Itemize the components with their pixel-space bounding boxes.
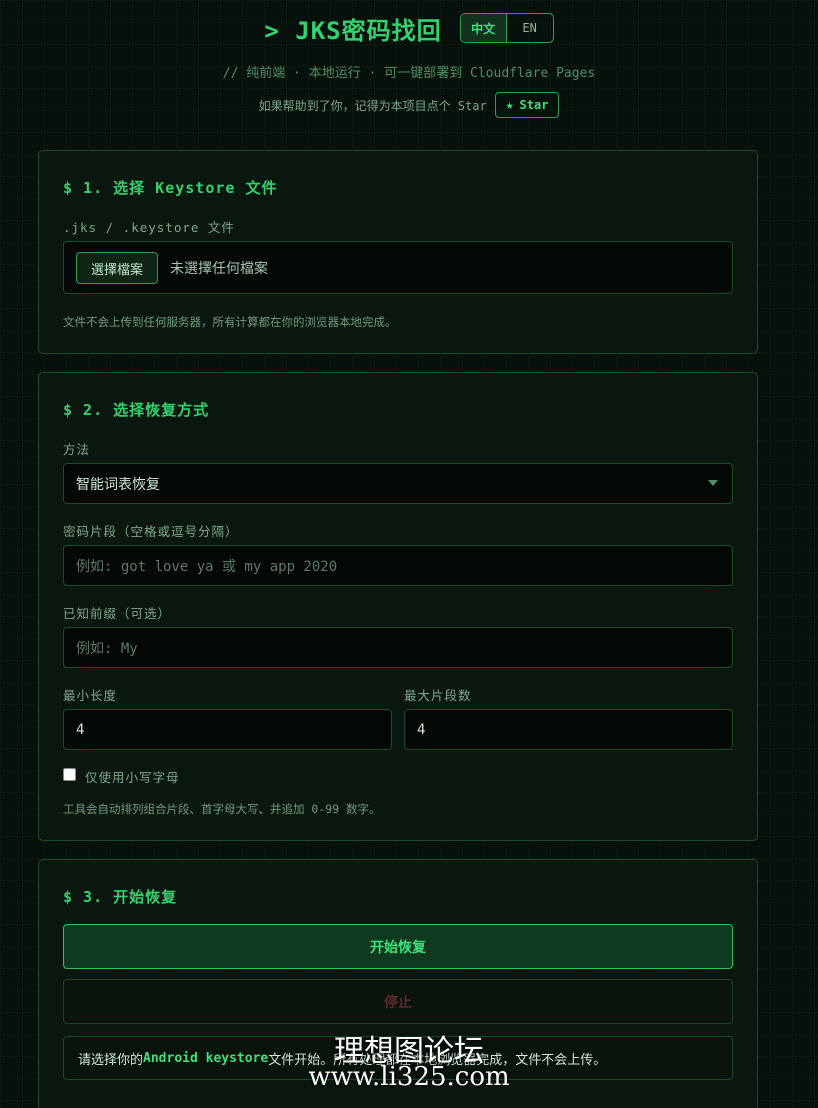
title-row: > JKS密码找回 中文 EN [0,12,818,45]
fragments-placeholder: 例如: got love ya 或 my app 2020 [76,558,338,575]
lowercase-label[interactable]: 仅使用小写字母 [85,767,180,786]
min-length-input[interactable]: 4 [63,709,392,750]
prefix-placeholder: 例如: My [76,640,138,657]
prefix-input[interactable]: 例如: My [63,627,733,668]
keystore-section: $ 1. 选择 Keystore 文件 .jks / .keystore 文件 … [38,150,758,354]
star-button-label: Star [519,98,549,112]
section1-title: $ 1. 选择 Keystore 文件 [63,179,278,197]
max-segments-label: 最大片段数 [404,688,472,703]
language-switch: 中文 EN [459,13,554,43]
max-segments-input[interactable]: 4 [404,709,733,750]
fragments-input[interactable]: 例如: got love ya 或 my app 2020 [63,545,733,586]
file-input[interactable]: 選擇檔案 未選擇任何檔案 [63,241,733,294]
min-length-label: 最小长度 [63,688,118,703]
watermark-url: www.li325.com [308,1062,510,1092]
method-select-value: 智能词表恢复 [76,476,160,493]
file-label: .jks / .keystore 文件 [63,220,235,235]
fragments-label: 密码片段（空格或逗号分隔） [63,524,239,539]
lang-en-button[interactable]: EN [507,14,553,42]
method-select[interactable]: 智能词表恢复 [63,463,733,504]
privacy-note: 文件不会上传到任何服务器，所有计算都在你的浏览器本地完成。 [63,315,397,329]
lowercase-checkbox[interactable] [63,768,76,781]
max-segments-value: 4 [417,721,426,738]
choose-file-button[interactable]: 選擇檔案 [76,252,158,284]
lang-zh-button[interactable]: 中文 [460,14,507,42]
section3-title: $ 3. 开始恢复 [63,888,178,906]
star-icon: ★ [505,97,514,113]
method-section: $ 2. 选择恢复方式 方法 智能词表恢复 密码片段（空格或逗号分隔） 例如: … [38,372,758,841]
section2-title: $ 2. 选择恢复方式 [63,401,210,419]
method-label: 方法 [63,442,91,457]
min-length-value: 4 [76,721,85,738]
star-row: 如果帮助到了你，记得为本项目点个 Star ★ Star [0,92,818,118]
page-title: > JKS密码找回 [264,16,442,45]
start-button[interactable]: 开始恢复 [63,924,733,969]
method-note: 工具会自动排列组合片段、首字母大写、并追加 0-99 数字。 [63,802,381,816]
stop-button[interactable]: 停止 [63,979,733,1024]
star-prompt: 如果帮助到了你，记得为本项目点个 Star [258,98,487,113]
file-status: 未選擇任何檔案 [170,260,268,277]
chevron-down-icon [708,480,718,486]
prefix-label: 已知前缀（可选） [63,606,172,621]
star-button[interactable]: ★ Star [494,92,560,118]
page-subtitle: // 纯前端 · 本地运行 · 可一键部署到 Cloudflare Pages [222,66,596,81]
